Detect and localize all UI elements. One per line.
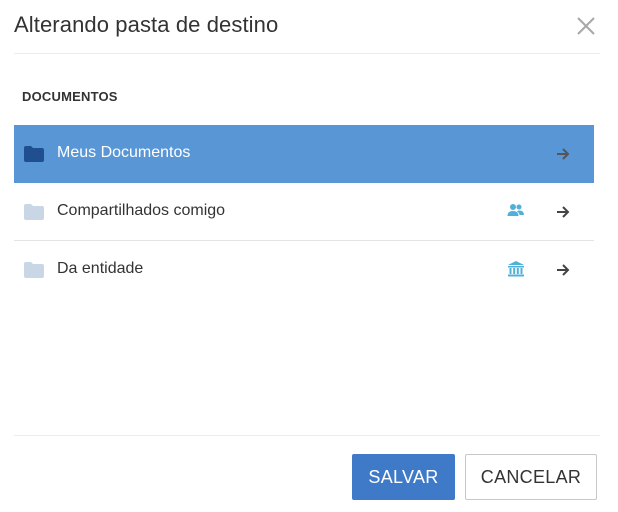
arrow-right-icon[interactable] <box>556 205 570 219</box>
folder-row-meus-documentos[interactable]: Meus Documentos <box>14 125 594 183</box>
folder-label: Meus Documentos <box>57 144 191 161</box>
folder-icon <box>23 261 45 279</box>
institution-icon <box>507 260 525 278</box>
cancel-button[interactable]: CANCELAR <box>465 454 597 500</box>
folder-label: Compartilhados comigo <box>57 202 226 219</box>
arrow-right-icon[interactable] <box>556 263 570 277</box>
folder-list: Meus Documentos Compartilhados comigo Da… <box>14 125 594 299</box>
footer-divider <box>14 435 600 436</box>
dialog-title: Alterando pasta de destino <box>14 12 279 37</box>
folder-icon <box>23 145 45 163</box>
header-divider <box>14 53 600 54</box>
people-icon <box>507 202 525 220</box>
folder-icon <box>23 203 45 221</box>
save-button[interactable]: SALVAR <box>352 454 455 500</box>
change-destination-dialog: Alterando pasta de destino DOCUMENTOS Me… <box>0 0 618 512</box>
folder-row-da-entidade[interactable]: Da entidade <box>14 241 594 299</box>
arrow-right-icon[interactable] <box>556 147 570 161</box>
close-icon[interactable] <box>574 14 598 38</box>
section-label: DOCUMENTOS <box>22 89 118 104</box>
folder-label: Da entidade <box>57 260 144 277</box>
folder-row-compartilhados[interactable]: Compartilhados comigo <box>14 183 594 241</box>
